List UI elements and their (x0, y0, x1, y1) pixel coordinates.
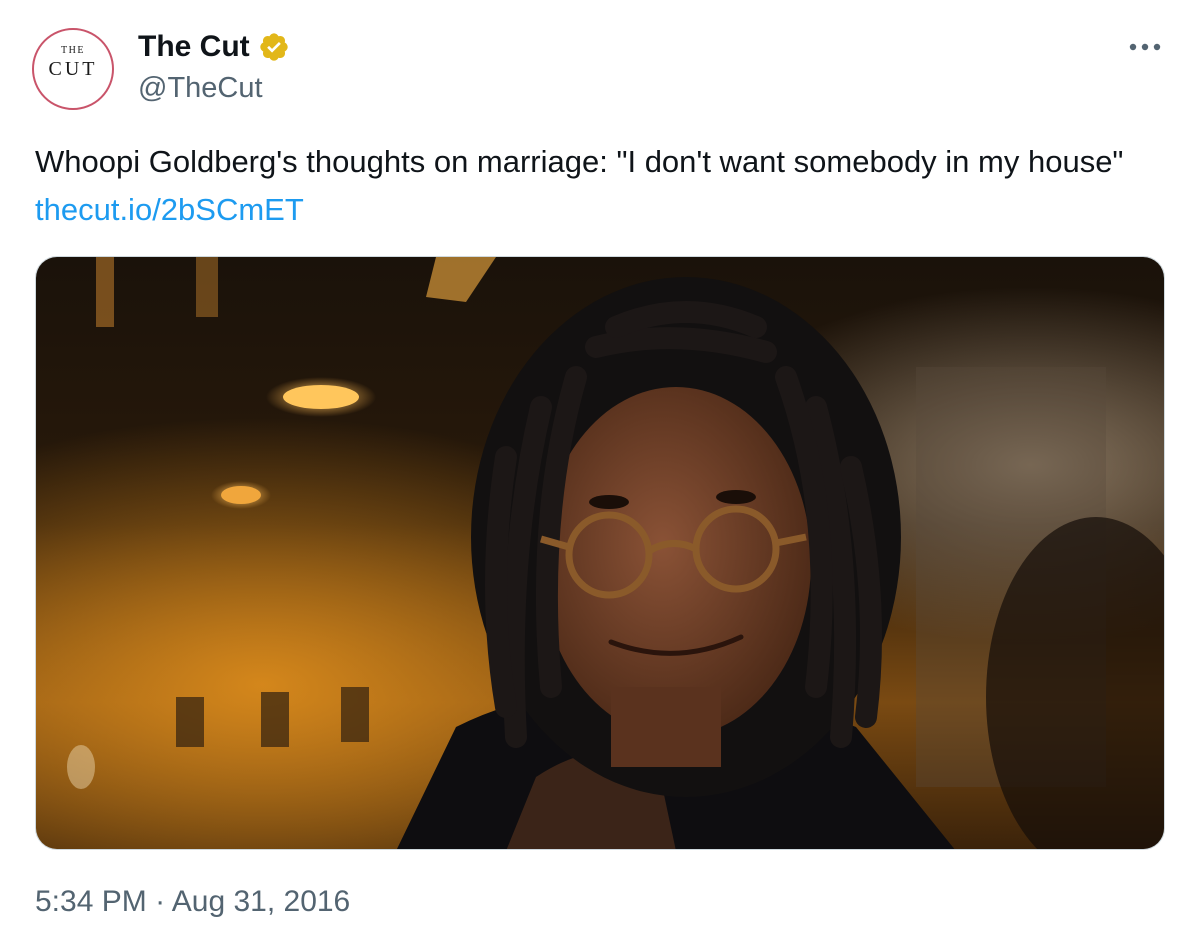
tweet-body-text: Whoopi Goldberg's thoughts on marriage: … (35, 144, 1124, 179)
more-options-button[interactable] (1120, 30, 1170, 66)
avatar-logo-top: THE (61, 45, 85, 56)
tweet-photo[interactable] (35, 256, 1165, 850)
tweet-text: Whoopi Goldberg's thoughts on marriage: … (35, 138, 1165, 234)
display-name[interactable]: The Cut (138, 30, 250, 64)
account-handle[interactable]: @TheCut (138, 72, 263, 105)
more-horizontal-icon (1127, 39, 1163, 57)
tweet-card: THE CUT The Cut @TheCut Whoopi Goldberg'… (0, 0, 1200, 950)
timestamp-date: Aug 31, 2016 (171, 885, 351, 918)
photo-of-woman-with-glasses-icon (36, 257, 1164, 849)
timestamp-time: 5:34 PM (35, 885, 147, 918)
avatar[interactable]: THE CUT (32, 28, 114, 110)
tweet-link[interactable]: thecut.io/2bSCmET (35, 192, 304, 227)
tweet-timestamp[interactable]: 5:34 PM · Aug 31, 2016 (35, 885, 350, 919)
avatar-logo-main: CUT (48, 58, 98, 80)
author-name-row: The Cut (138, 30, 290, 64)
timestamp-separator: · (146, 885, 172, 918)
verified-badge-icon (258, 31, 290, 63)
